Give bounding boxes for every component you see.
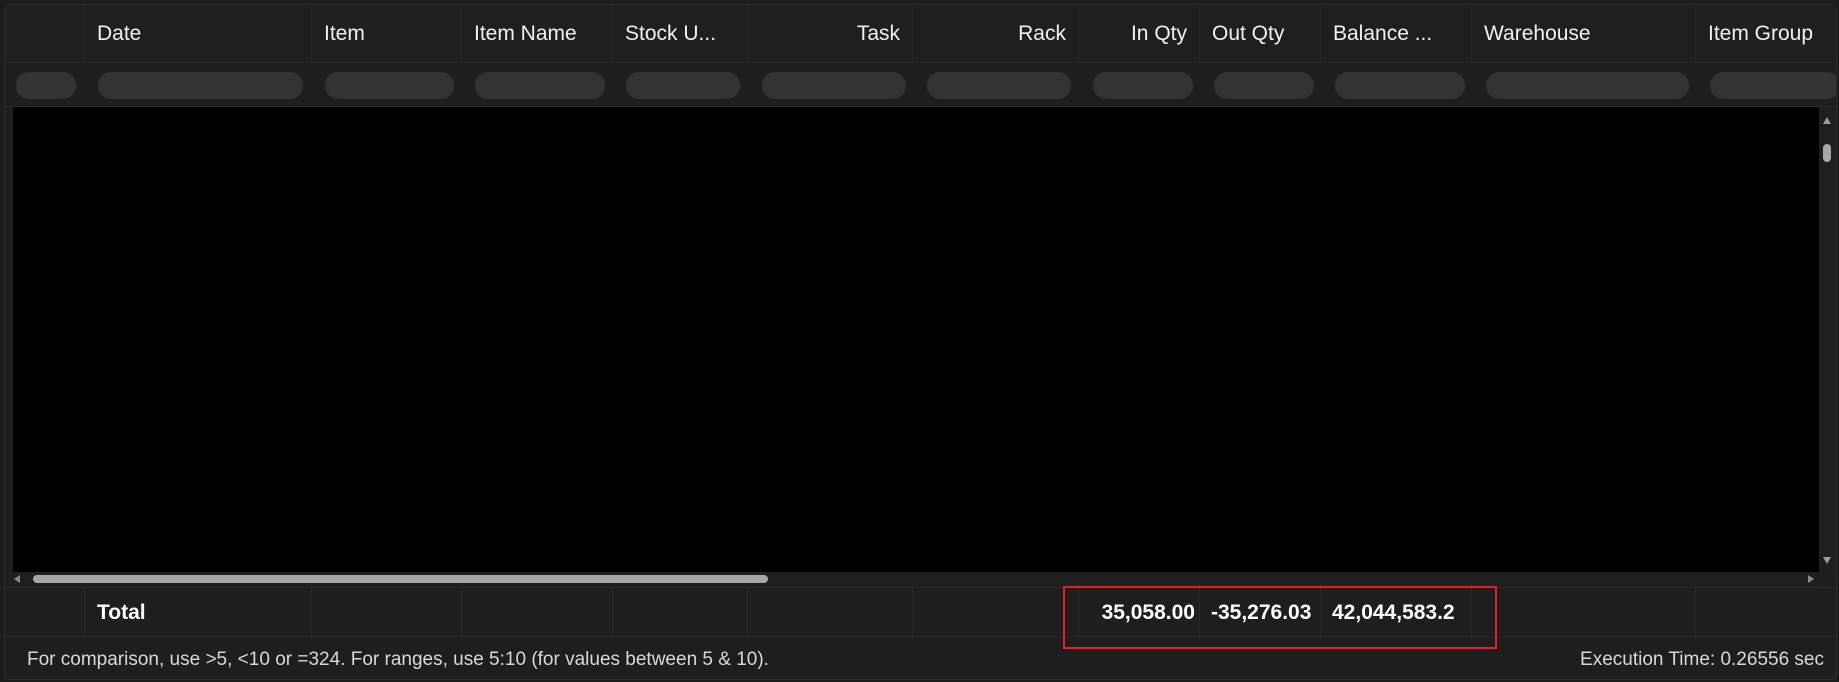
total-cell-warehouse [1472, 588, 1696, 637]
report-footer: For comparison, use >5, <10 or =324. For… [5, 638, 1836, 679]
total-out-qty: -35,276.03 [1200, 588, 1321, 637]
column-header-warehouse[interactable]: Warehouse [1472, 5, 1696, 63]
column-header-label: Rack [1018, 22, 1066, 45]
column-header-label: Task [856, 22, 900, 45]
column-header-date[interactable]: Date [85, 5, 312, 63]
column-header-label: Item Group [1708, 22, 1814, 45]
column-header-in-qty[interactable]: In Qty [1079, 5, 1200, 63]
filter-input-item-name[interactable] [475, 72, 605, 99]
column-header-row: Date Item Item Name Stock U... Task Rack… [5, 5, 1836, 63]
column-header-rack[interactable]: Rack [913, 5, 1079, 63]
filter-input-index[interactable] [16, 72, 76, 99]
column-header-label: Item [324, 22, 365, 45]
column-header-label: Out Qty [1212, 22, 1285, 45]
column-header-index[interactable] [5, 5, 85, 63]
column-header-balance[interactable]: Balance ... [1321, 5, 1472, 63]
column-header-label: Date [97, 22, 142, 45]
scroll-right-icon[interactable] [1808, 575, 1814, 583]
filter-input-item-group[interactable] [1710, 72, 1836, 99]
filter-input-item[interactable] [325, 72, 454, 99]
column-header-item[interactable]: Item [312, 5, 462, 63]
column-header-task[interactable]: Task [748, 5, 913, 63]
column-header-label: Stock U... [625, 22, 717, 45]
vertical-scrollbar[interactable] [1820, 107, 1834, 572]
scroll-down-icon[interactable] [1823, 557, 1831, 564]
column-header-out-qty[interactable]: Out Qty [1200, 5, 1321, 63]
filter-input-out-qty[interactable] [1214, 72, 1314, 99]
filter-input-date[interactable] [98, 72, 303, 99]
total-cell-stock-uom [613, 588, 748, 637]
filter-input-rack[interactable] [927, 72, 1071, 99]
filter-input-balance[interactable] [1335, 72, 1465, 99]
scroll-up-icon[interactable] [1823, 117, 1831, 124]
column-header-item-group[interactable]: Item Group [1696, 5, 1836, 63]
column-header-label: Warehouse [1484, 22, 1591, 45]
total-cell-item-name [462, 588, 613, 637]
total-in-qty: 35,058.00 [1079, 588, 1200, 637]
filter-input-warehouse[interactable] [1486, 72, 1689, 99]
execution-time: Execution Time: 0.26556 sec [1580, 648, 1824, 670]
total-cell-item-group [1696, 588, 1836, 637]
filter-input-task[interactable] [762, 72, 906, 99]
total-cell-task [748, 588, 913, 637]
total-balance: 42,044,583.2 [1321, 588, 1472, 637]
column-header-label: In Qty [1130, 22, 1187, 45]
filter-row [5, 63, 1836, 107]
column-header-label: Balance ... [1333, 22, 1433, 45]
total-label: Total [85, 588, 312, 637]
column-header-item-name[interactable]: Item Name [462, 5, 613, 63]
scroll-left-icon[interactable] [14, 575, 20, 583]
total-cell-item [312, 588, 462, 637]
filter-input-in-qty[interactable] [1093, 72, 1193, 99]
column-header-stock-uom[interactable]: Stock U... [613, 5, 748, 63]
column-header-label: Item Name [474, 22, 577, 45]
horizontal-scroll-thumb[interactable] [33, 575, 768, 583]
report-grid: Date Item Item Name Stock U... Task Rack… [4, 4, 1837, 680]
horizontal-scrollbar[interactable] [9, 572, 1820, 585]
filter-input-stock-uom[interactable] [626, 72, 740, 99]
total-cell-rack [913, 588, 1079, 637]
grid-body[interactable] [13, 107, 1819, 572]
filter-hint-text: For comparison, use >5, <10 or =324. For… [27, 648, 769, 670]
total-row: Total 35,058.00 -35,276.03 42,044,583.2 [5, 587, 1836, 637]
vertical-scroll-thumb[interactable] [1823, 144, 1831, 162]
total-cell-index [5, 588, 85, 637]
